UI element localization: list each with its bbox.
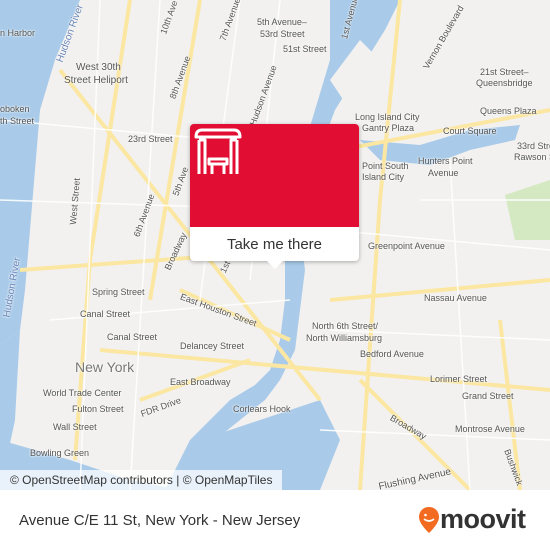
map-label: Spring Street: [92, 287, 145, 297]
map-label: 23rd Street: [128, 134, 173, 144]
map-label: Avenue: [428, 168, 459, 178]
logo-text: moovit: [440, 504, 526, 534]
map-label: Canal Street: [80, 309, 131, 319]
map-label: Court Square: [443, 126, 497, 136]
bus-stop-shelter-icon: [194, 128, 242, 174]
map-label: 5th Avenue–: [257, 17, 307, 27]
map-label: Street Heliport: [64, 75, 128, 86]
map-label: Wall Street: [53, 422, 97, 432]
map-label: New York: [75, 359, 135, 375]
map-label: n Harbor: [0, 28, 36, 38]
popup-header: [190, 124, 359, 227]
map-label: Island City: [362, 172, 405, 182]
stop-popup[interactable]: Take me there: [190, 124, 359, 269]
map-label: Queens Plaza: [480, 106, 537, 116]
map-label: Nassau Avenue: [424, 293, 487, 303]
map-label: 51st Street: [283, 44, 327, 54]
map-label: Bowling Green: [30, 448, 90, 458]
map-label: Queensbridge: [476, 78, 533, 88]
map[interactable]: n Harbor Hudson River West 30th Street H…: [0, 0, 550, 490]
map-label: Canal Street: [107, 332, 158, 342]
map-label: Montrose Avenue: [455, 424, 525, 434]
map-label: 53rd Street: [260, 29, 305, 39]
map-label: North Williamsburg: [306, 333, 383, 343]
footer: Avenue C/E 11 St, New York - New Jersey …: [0, 490, 550, 550]
location-title: Avenue C/E 11 St, New York - New Jersey: [19, 512, 301, 529]
map-label: Fulton Street: [72, 404, 124, 414]
map-label: Delancey Street: [180, 341, 245, 351]
map-label: Hunters Point: [418, 156, 473, 166]
map-label: Rawson St: [514, 152, 550, 162]
popup-pointer: [267, 261, 283, 269]
map-label: 21st Street–: [480, 67, 529, 77]
map-label: West 30th: [76, 62, 121, 73]
map-attribution[interactable]: © OpenStreetMap contributors | © OpenMap…: [0, 470, 283, 490]
map-label: 33rd Street: [517, 141, 550, 151]
map-label: Bedford Avenue: [360, 349, 424, 359]
map-label: Corlears Hook: [233, 404, 291, 414]
moovit-logo: moovit: [418, 504, 526, 535]
map-label: oboken: [0, 104, 30, 114]
map-label: World Trade Center: [43, 388, 122, 398]
map-label: North 6th Street/: [312, 321, 379, 331]
map-label: Grand Street: [462, 391, 514, 401]
map-label: Greenpoint Avenue: [368, 241, 445, 251]
map-label: th Street: [0, 116, 35, 126]
map-label: East Broadway: [170, 377, 231, 387]
moovit-pin-icon: [419, 506, 439, 533]
map-label: Long Island City: [355, 112, 420, 122]
take-me-there-button[interactable]: Take me there: [190, 227, 359, 261]
map-label: Gantry Plaza: [362, 123, 415, 133]
map-label: Point South: [362, 161, 409, 171]
map-label: Lorimer Street: [430, 374, 488, 384]
